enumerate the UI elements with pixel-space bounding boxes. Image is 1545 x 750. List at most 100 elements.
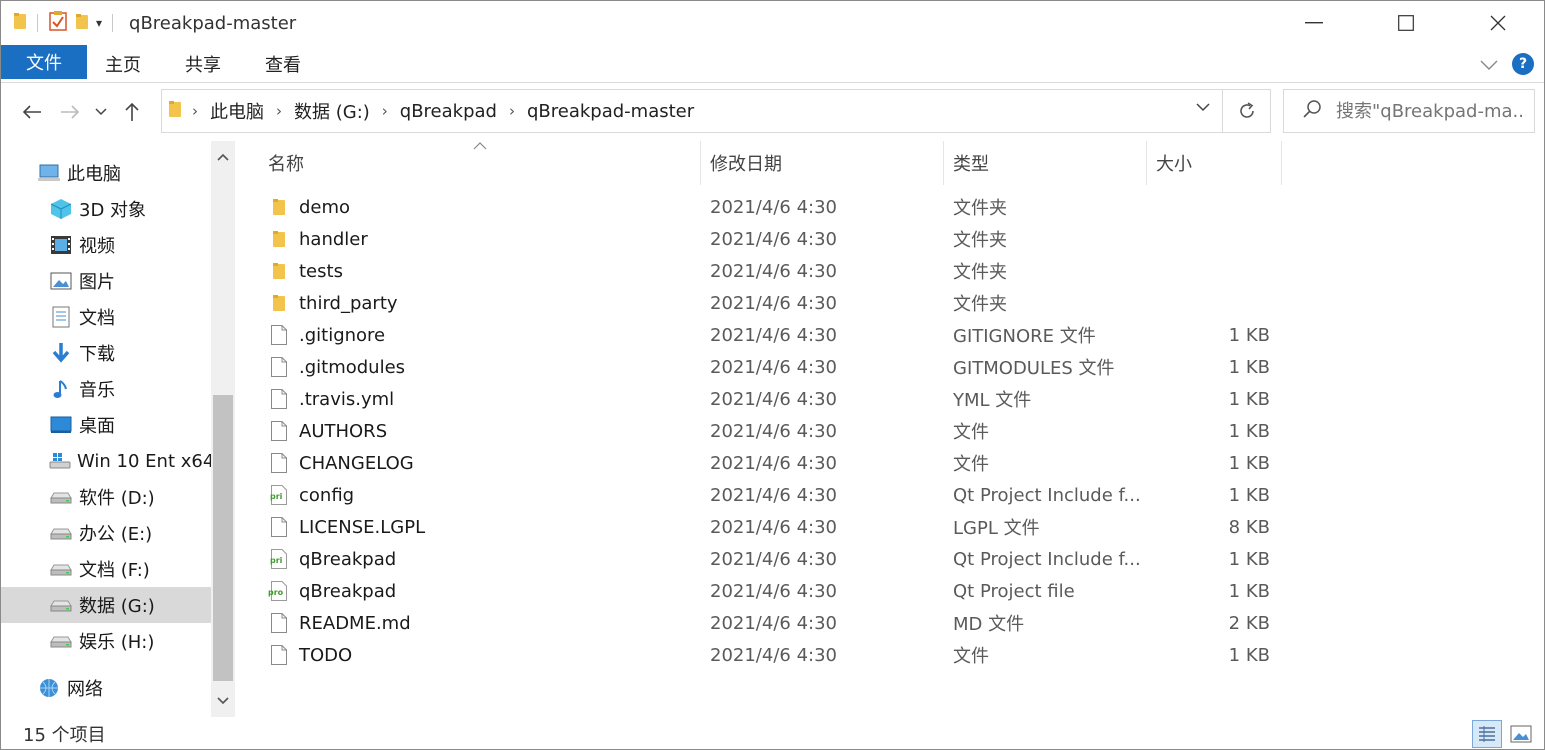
tree-item-label: 软件 (D:) bbox=[79, 488, 155, 509]
tree-item-drive-h[interactable]: 娱乐 (H:) bbox=[1, 623, 211, 659]
folder-icon bbox=[267, 259, 291, 283]
file-name-cell[interactable]: CHANGELOG bbox=[267, 447, 697, 479]
file-name-cell[interactable]: pri qBreakpad bbox=[267, 543, 697, 575]
breadcrumb-qbreakpad[interactable]: qBreakpad bbox=[400, 101, 497, 122]
large-icons-view-button[interactable] bbox=[1506, 720, 1536, 748]
file-name: qBreakpad bbox=[299, 580, 397, 602]
window-controls bbox=[1268, 1, 1544, 45]
close-button[interactable] bbox=[1452, 1, 1544, 45]
recent-locations-button[interactable] bbox=[89, 92, 113, 132]
properties-icon[interactable] bbox=[48, 10, 68, 36]
tree-item-drive-e[interactable]: 办公 (E:) bbox=[1, 515, 211, 551]
tree-item-this-pc[interactable]: 此电脑 bbox=[1, 155, 211, 191]
file-row[interactable]: .travis.yml 2021/4/6 4:30 YML 文件 1 KB bbox=[237, 383, 1517, 415]
tab-share[interactable]: 共享 bbox=[163, 45, 243, 83]
scroll-up-icon[interactable] bbox=[211, 145, 235, 169]
file-type: Qt Project Include f... bbox=[953, 484, 1141, 506]
file-row[interactable]: pri qBreakpad 2021/4/6 4:30 Qt Project Incl… bbox=[237, 543, 1517, 575]
tree-item-label: 音乐 bbox=[79, 380, 115, 401]
tab-view[interactable]: 查看 bbox=[243, 45, 323, 83]
file-name-cell[interactable]: .gitmodules bbox=[267, 351, 697, 383]
file-name-cell[interactable]: handler bbox=[267, 223, 697, 255]
file-name-cell[interactable]: .travis.yml bbox=[267, 383, 697, 415]
new-folder-icon[interactable] bbox=[74, 11, 90, 35]
file-row[interactable]: AUTHORS 2021/4/6 4:30 文件 1 KB bbox=[237, 415, 1517, 447]
file-row[interactable]: TODO 2021/4/6 4:30 文件 1 KB bbox=[237, 639, 1517, 671]
file-row[interactable]: LICENSE.LGPL 2021/4/6 4:30 LGPL 文件 8 KB bbox=[237, 511, 1517, 543]
column-header-name[interactable]: 名称 bbox=[259, 141, 701, 185]
chevron-right-icon[interactable]: › bbox=[509, 102, 515, 120]
file-name-cell[interactable]: pri config bbox=[267, 479, 697, 511]
file-name: tests bbox=[299, 260, 343, 282]
file-modified: 2021/4/6 4:30 bbox=[710, 580, 837, 602]
tree-item-videos[interactable]: 视频 bbox=[1, 227, 211, 263]
file-row[interactable]: demo 2021/4/6 4:30 文件夹 bbox=[237, 191, 1517, 223]
file-row[interactable]: pro qBreakpad 2021/4/6 4:30 Qt Project file… bbox=[237, 575, 1517, 607]
file-row[interactable]: handler 2021/4/6 4:30 文件夹 bbox=[237, 223, 1517, 255]
file-size bbox=[1157, 287, 1270, 319]
scroll-down-icon[interactable] bbox=[211, 689, 235, 713]
file-type: GITMODULES 文件 bbox=[953, 358, 1115, 379]
file-name-cell[interactable]: demo bbox=[267, 191, 697, 223]
tree-item-win10-drive[interactable]: Win 10 Ent x64 bbox=[1, 443, 211, 479]
folder-icon bbox=[267, 195, 291, 219]
chevron-right-icon[interactable]: › bbox=[192, 102, 198, 120]
tree-item-drive-f[interactable]: 文档 (F:) bbox=[1, 551, 211, 587]
column-header-modified[interactable]: 修改日期 bbox=[701, 141, 944, 185]
column-header-size[interactable]: 大小 bbox=[1147, 141, 1282, 185]
breadcrumb-drive-g[interactable]: 数据 (G:) bbox=[294, 98, 370, 124]
breadcrumb-this-pc[interactable]: 此电脑 bbox=[210, 98, 264, 124]
file-name-cell[interactable]: LICENSE.LGPL bbox=[267, 511, 697, 543]
file-name-cell[interactable]: AUTHORS bbox=[267, 415, 697, 447]
navigation-pane-scrollbar[interactable] bbox=[211, 141, 235, 717]
file-name-cell[interactable]: third_party bbox=[267, 287, 697, 319]
refresh-button[interactable] bbox=[1223, 89, 1271, 133]
file-row[interactable]: pri config 2021/4/6 4:30 Qt Project Include… bbox=[237, 479, 1517, 511]
tree-item-downloads[interactable]: 下载 bbox=[1, 335, 211, 371]
file-row[interactable]: .gitignore 2021/4/6 4:30 GITIGNORE 文件 1 KB bbox=[237, 319, 1517, 351]
tree-item-documents[interactable]: 文档 bbox=[1, 299, 211, 335]
tab-home[interactable]: 主页 bbox=[87, 45, 163, 83]
file-name-cell[interactable]: .gitignore bbox=[267, 319, 697, 351]
address-bar[interactable]: › 此电脑 › 数据 (G:) › qBreakpad › qBreakpad-… bbox=[161, 89, 1223, 133]
tree-item-3d-objects[interactable]: 3D 对象 bbox=[1, 191, 211, 227]
tree-item-network[interactable]: 网络 bbox=[1, 670, 211, 706]
help-button[interactable]: ? bbox=[1512, 53, 1534, 75]
column-header-type[interactable]: 类型 bbox=[944, 141, 1147, 185]
tree-item-music[interactable]: 音乐 bbox=[1, 371, 211, 407]
file-row[interactable]: CHANGELOG 2021/4/6 4:30 文件 1 KB bbox=[237, 447, 1517, 479]
tree-item-desktop[interactable]: 桌面 bbox=[1, 407, 211, 443]
breadcrumb-current[interactable]: qBreakpad-master bbox=[527, 101, 694, 122]
file-row[interactable]: .gitmodules 2021/4/6 4:30 GITMODULES 文件 1 K… bbox=[237, 351, 1517, 383]
chevron-right-icon[interactable]: › bbox=[382, 102, 388, 120]
file-name-cell[interactable]: TODO bbox=[267, 639, 697, 671]
file-row[interactable]: README.md 2021/4/6 4:30 MD 文件 2 KB bbox=[237, 607, 1517, 639]
drive-icon bbox=[49, 557, 73, 581]
tree-item-label: 文档 bbox=[79, 308, 115, 329]
tree-item-drive-g[interactable]: 数据 (G:) bbox=[1, 587, 211, 623]
tab-file[interactable]: 文件 bbox=[1, 44, 87, 79]
file-name-cell[interactable]: pro qBreakpad bbox=[267, 575, 697, 607]
search-box[interactable] bbox=[1283, 89, 1535, 133]
forward-button[interactable] bbox=[51, 92, 89, 132]
minimize-button[interactable] bbox=[1268, 1, 1360, 45]
tree-item-pictures[interactable]: 图片 bbox=[1, 263, 211, 299]
file-row[interactable]: third_party 2021/4/6 4:30 文件夹 bbox=[237, 287, 1517, 319]
back-button[interactable] bbox=[13, 92, 51, 132]
file-name-cell[interactable]: README.md bbox=[267, 607, 697, 639]
address-dropdown-icon[interactable] bbox=[1196, 100, 1210, 116]
scrollbar-thumb[interactable] bbox=[213, 395, 233, 681]
file-name-cell[interactable]: tests bbox=[267, 255, 697, 287]
file-name: handler bbox=[299, 228, 368, 250]
details-view-button[interactable] bbox=[1472, 720, 1502, 748]
up-button[interactable] bbox=[113, 92, 151, 132]
tree-item-drive-d[interactable]: 软件 (D:) bbox=[1, 479, 211, 515]
file-modified: 2021/4/6 4:30 bbox=[710, 260, 837, 282]
maximize-button[interactable] bbox=[1360, 1, 1452, 45]
chevron-right-icon[interactable]: › bbox=[276, 102, 282, 120]
file-type: Qt Project Include f... bbox=[953, 548, 1141, 570]
expand-ribbon-icon[interactable] bbox=[1480, 55, 1498, 74]
file-row[interactable]: tests 2021/4/6 4:30 文件夹 bbox=[237, 255, 1517, 287]
search-input[interactable] bbox=[1336, 100, 1526, 122]
customize-toolbar-icon[interactable]: ▾ bbox=[96, 16, 102, 30]
